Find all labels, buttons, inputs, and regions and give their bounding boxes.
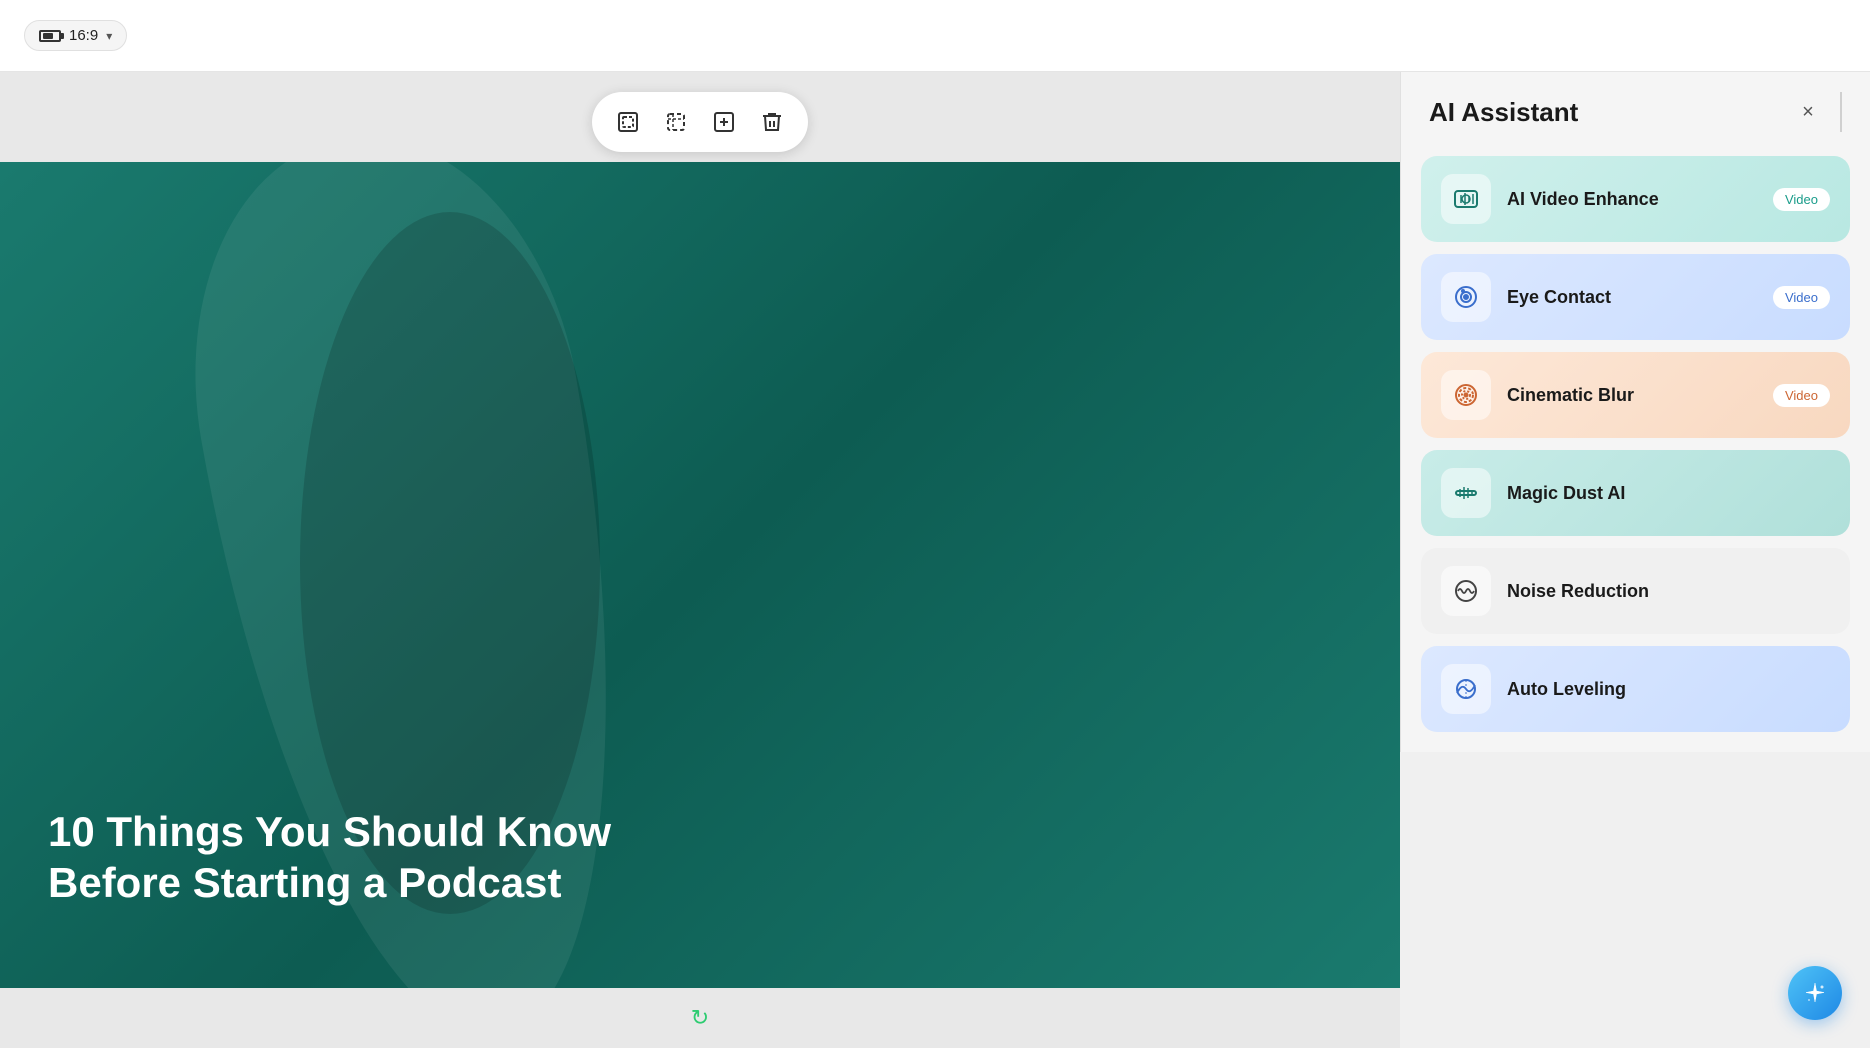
cinematic-blur-icon-wrap	[1441, 370, 1491, 420]
video-title: 10 Things You Should Know Before Startin…	[48, 807, 611, 908]
ai-video-enhance-icon-wrap	[1441, 174, 1491, 224]
auto-leveling-icon-wrap	[1441, 664, 1491, 714]
eye-contact-name: Eye Contact	[1507, 287, 1757, 308]
panel-divider	[1840, 92, 1842, 132]
cinematic-blur-tag: Video	[1773, 384, 1830, 407]
canvas-toolbar	[592, 92, 808, 152]
eye-contact-icon-wrap	[1441, 272, 1491, 322]
feature-card-magic-dust-ai[interactable]: Magic Dust AI	[1421, 450, 1850, 536]
aspect-ratio-text: 16:9	[69, 27, 98, 44]
add-tool-button[interactable]	[704, 102, 744, 142]
feature-card-eye-contact[interactable]: Eye Contact Video	[1421, 254, 1850, 340]
eye-contact-tag: Video	[1773, 286, 1830, 309]
video-canvas: 10 Things You Should Know Before Startin…	[0, 162, 1400, 988]
canvas-area: 10 Things You Should Know Before Startin…	[0, 72, 1400, 1048]
magic-dust-icon-wrap	[1441, 468, 1491, 518]
features-list: AI Video Enhance Video Eye Contact	[1401, 148, 1870, 752]
ai-video-enhance-name: AI Video Enhance	[1507, 189, 1757, 210]
top-bar: 16:9 ▾	[0, 0, 1870, 72]
delete-tool-button[interactable]	[752, 102, 792, 142]
refresh-icon[interactable]: ↻	[691, 1005, 709, 1031]
panel-title: AI Assistant	[1429, 97, 1578, 128]
noise-reduction-name: Noise Reduction	[1507, 581, 1830, 602]
cinematic-blur-name: Cinematic Blur	[1507, 385, 1757, 406]
right-panel: AI Assistant × AI Video	[1400, 72, 1870, 752]
ai-video-enhance-tag: Video	[1773, 188, 1830, 211]
magic-dust-ai-name: Magic Dust AI	[1507, 483, 1830, 504]
crop-tool-button[interactable]	[656, 102, 696, 142]
feature-card-ai-video-enhance[interactable]: AI Video Enhance Video	[1421, 156, 1850, 242]
feature-card-noise-reduction[interactable]: Noise Reduction	[1421, 548, 1850, 634]
chevron-down-icon: ▾	[106, 29, 112, 43]
close-button[interactable]: ×	[1792, 96, 1824, 128]
fab-button[interactable]	[1788, 966, 1842, 1020]
auto-leveling-name: Auto Leveling	[1507, 679, 1830, 700]
right-panel-wrapper: AI Assistant × AI Video	[1400, 72, 1870, 1048]
panel-header: AI Assistant ×	[1401, 72, 1870, 148]
select-tool-button[interactable]	[608, 102, 648, 142]
feature-card-cinematic-blur[interactable]: Cinematic Blur Video	[1421, 352, 1850, 438]
canvas-bottom: ↻	[0, 988, 1400, 1048]
battery-icon	[39, 30, 61, 42]
main-content: 10 Things You Should Know Before Startin…	[0, 72, 1870, 1048]
noise-reduction-icon-wrap	[1441, 566, 1491, 616]
feature-card-auto-leveling[interactable]: Auto Leveling	[1421, 646, 1850, 732]
aspect-ratio-selector[interactable]: 16:9 ▾	[24, 20, 127, 51]
